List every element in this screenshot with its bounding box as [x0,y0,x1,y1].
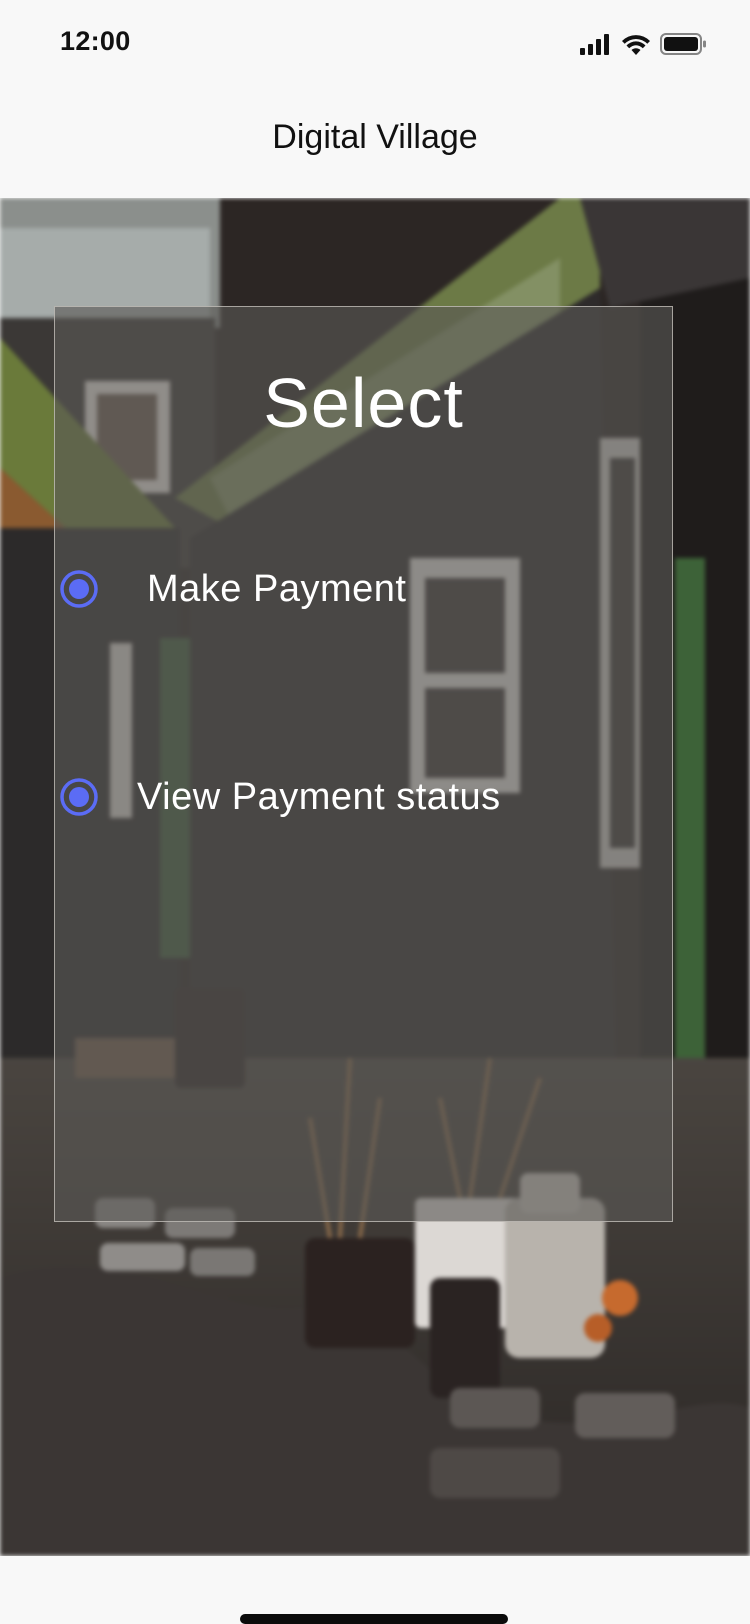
option-label: View Payment status [137,775,501,818]
status-bar: 12:00 [0,0,750,90]
option-make-payment[interactable]: Make Payment [59,559,406,619]
select-card: Select Make Payment View Payment status [54,306,673,1222]
radio-selected-icon [60,778,98,816]
home-indicator[interactable] [240,1614,508,1624]
page-title: Digital Village [272,118,478,156]
radio-button[interactable] [59,569,99,609]
bottom-bar [0,1556,750,1624]
radio-selected-icon [60,570,98,608]
option-view-payment-status[interactable]: View Payment status [59,767,501,827]
radio-button[interactable] [59,777,99,817]
wifi-icon [622,35,650,55]
battery-icon [660,33,706,55]
status-time: 12:00 [60,26,131,56]
card-title: Select [263,364,464,442]
nav-bar: Digital Village [0,90,750,198]
option-label: Make Payment [147,567,407,610]
signal-icon [580,34,609,55]
status-icons [580,30,720,60]
